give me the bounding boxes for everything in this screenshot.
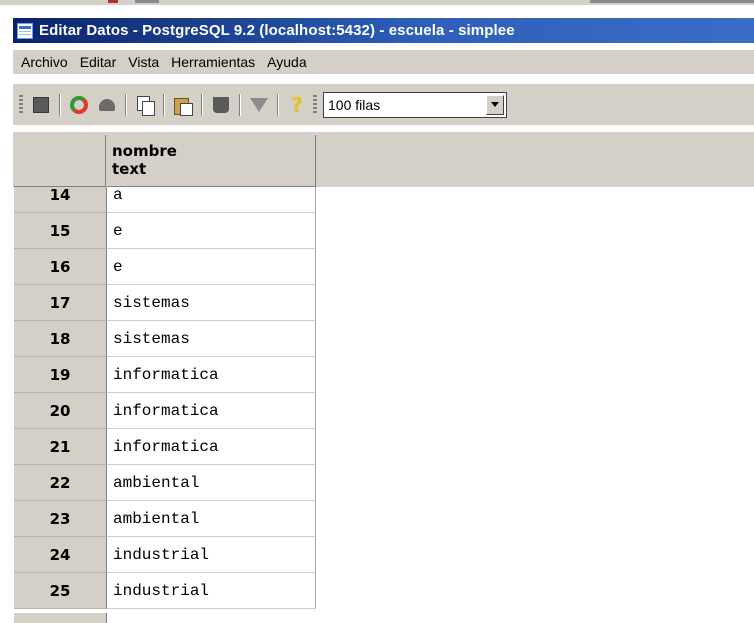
row-number[interactable]: 21 bbox=[14, 429, 107, 465]
table-row[interactable]: 16 e bbox=[14, 249, 316, 285]
window-title: Editar Datos - PostgreSQL 9.2 (localhost… bbox=[39, 22, 515, 39]
table-row[interactable]: 24 industrial bbox=[14, 537, 316, 573]
cell-nombre[interactable]: informatica bbox=[107, 357, 316, 393]
row-number[interactable]: 17 bbox=[14, 285, 107, 321]
grid-rows: 14 a 15 e 16 e 17 sistemas 18 sistemas 19 informati… bbox=[14, 187, 316, 613]
menu-editar[interactable]: Editar bbox=[74, 54, 123, 70]
copy-icon bbox=[137, 95, 155, 116]
cell-nombre[interactable]: sistemas bbox=[107, 285, 316, 321]
undo-icon bbox=[99, 98, 115, 111]
toolbar-separator bbox=[163, 93, 165, 116]
select-all-corner[interactable] bbox=[14, 135, 106, 187]
row-number[interactable]: 18 bbox=[14, 321, 107, 357]
background-mark bbox=[590, 0, 754, 3]
table-row[interactable]: 25 industrial bbox=[14, 573, 316, 609]
delete-row-button[interactable] bbox=[209, 93, 233, 117]
row-number[interactable]: 22 bbox=[14, 465, 107, 501]
cell-nombre[interactable]: ambiental bbox=[107, 501, 316, 537]
data-grid: nombre text 14 a 15 e 16 e 17 sistemas 18 sistema… bbox=[13, 132, 754, 623]
toolbar-grip[interactable] bbox=[19, 94, 23, 115]
table-icon bbox=[17, 22, 33, 39]
cell-nombre[interactable]: e bbox=[107, 213, 316, 249]
row-header-stub bbox=[14, 613, 107, 623]
cell-nombre[interactable]: industrial bbox=[107, 573, 316, 609]
table-row[interactable]: 18 sistemas bbox=[14, 321, 316, 357]
cell-nombre[interactable]: informatica bbox=[107, 393, 316, 429]
background-mark bbox=[135, 0, 159, 3]
paste-icon bbox=[174, 96, 193, 116]
cell-nombre[interactable]: sistemas bbox=[107, 321, 316, 357]
cell-nombre[interactable]: informatica bbox=[107, 429, 316, 465]
row-number[interactable]: 24 bbox=[14, 537, 107, 573]
row-number[interactable]: 16 bbox=[14, 249, 107, 285]
copy-button[interactable] bbox=[133, 93, 157, 117]
toolbar-separator bbox=[201, 93, 203, 116]
menu-archivo[interactable]: Archivo bbox=[15, 54, 74, 70]
row-number[interactable]: 14 bbox=[14, 187, 107, 213]
column-header-nombre[interactable]: nombre text bbox=[107, 135, 316, 187]
menu-ayuda[interactable]: Ayuda bbox=[261, 54, 312, 70]
filter-icon bbox=[250, 97, 268, 112]
toolbar-separator bbox=[59, 93, 61, 116]
row-limit-select[interactable]: 100 filas bbox=[323, 91, 507, 118]
row-number[interactable]: 20 bbox=[14, 393, 107, 429]
table-row[interactable]: 17 sistemas bbox=[14, 285, 316, 321]
column-type: text bbox=[112, 160, 147, 178]
dropdown-button[interactable] bbox=[486, 94, 504, 115]
title-bar[interactable]: Editar Datos - PostgreSQL 9.2 (localhost… bbox=[13, 18, 754, 43]
toolbar-separator bbox=[125, 93, 127, 116]
toolbar-separator bbox=[239, 93, 241, 116]
table-row[interactable]: 22 ambiental bbox=[14, 465, 316, 501]
cell-nombre[interactable]: ambiental bbox=[107, 465, 316, 501]
delete-icon bbox=[213, 96, 229, 113]
menu-bar: Archivo Editar Vista Herramientas Ayuda bbox=[13, 50, 754, 74]
refresh-icon bbox=[70, 95, 88, 114]
toolbar-grip[interactable] bbox=[313, 94, 317, 115]
undo-button[interactable] bbox=[95, 93, 119, 117]
filter-button[interactable] bbox=[247, 93, 271, 117]
row-number[interactable]: 15 bbox=[14, 213, 107, 249]
refresh-button[interactable] bbox=[67, 93, 91, 117]
toolbar: ? 100 filas bbox=[13, 84, 754, 125]
row-limit-value: 100 filas bbox=[328, 96, 381, 113]
row-number[interactable]: 25 bbox=[14, 573, 107, 609]
row-number[interactable]: 19 bbox=[14, 357, 107, 393]
paste-button[interactable] bbox=[171, 93, 195, 117]
row-number[interactable]: 23 bbox=[14, 501, 107, 537]
cell-nombre[interactable]: e bbox=[107, 249, 316, 285]
grid-header: nombre text bbox=[13, 132, 754, 187]
table-row[interactable]: 15 e bbox=[14, 213, 316, 249]
table-row[interactable]: 19 informatica bbox=[14, 357, 316, 393]
table-row[interactable]: 21 informatica bbox=[14, 429, 316, 465]
help-icon: ? bbox=[291, 92, 303, 117]
cell-nombre[interactable]: a bbox=[107, 187, 316, 213]
table-row[interactable]: 20 informatica bbox=[14, 393, 316, 429]
help-button[interactable]: ? bbox=[285, 93, 309, 117]
save-button[interactable] bbox=[29, 93, 53, 117]
save-icon bbox=[33, 96, 49, 113]
background-window-strip bbox=[0, 0, 754, 5]
table-row[interactable]: 14 a bbox=[14, 187, 316, 213]
menu-herramientas[interactable]: Herramientas bbox=[165, 54, 261, 70]
menu-vista[interactable]: Vista bbox=[122, 54, 165, 70]
toolbar-separator bbox=[277, 93, 279, 116]
table-row[interactable]: 23 ambiental bbox=[14, 501, 316, 537]
background-mark bbox=[108, 0, 118, 3]
cell-nombre[interactable]: industrial bbox=[107, 537, 316, 573]
chevron-down-icon bbox=[491, 102, 499, 107]
column-name: nombre bbox=[112, 142, 177, 160]
